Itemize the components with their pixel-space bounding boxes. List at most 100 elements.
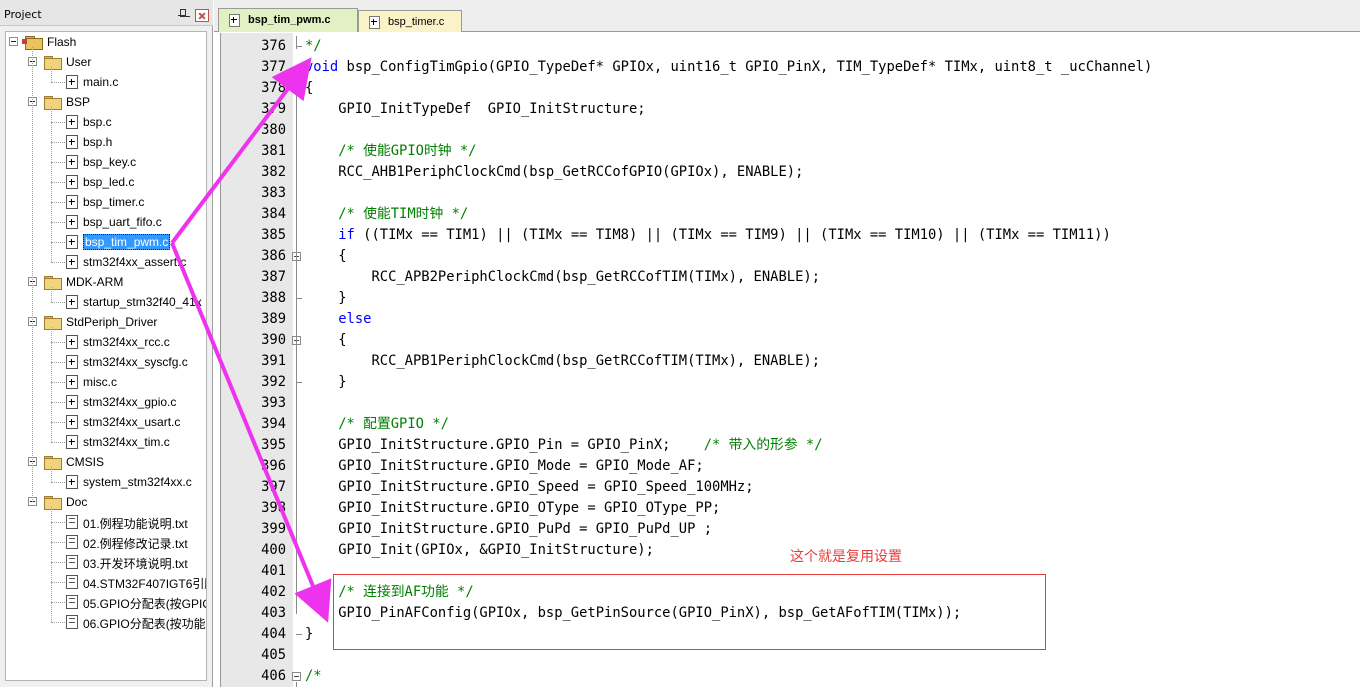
tree-file-item[interactable]: bsp_led.c [6,172,206,192]
tree-file-item[interactable]: 01.例程功能说明.txt [6,512,206,532]
tree-item-label: misc.c [83,375,117,389]
tree-file-item[interactable]: bsp_key.c [6,152,206,172]
code-line[interactable]: 404} [221,624,1360,645]
tree-folder-mdk-arm[interactable]: MDK-ARM [6,272,206,292]
line-number: 390 [261,332,286,348]
tree-file-item[interactable]: stm32f4xx_tim.c [6,432,206,452]
tree-folder-bsp[interactable]: BSP [6,92,206,112]
code-line[interactable]: 403 GPIO_PinAFConfig(GPIOx, bsp_GetPinSo… [221,603,1360,624]
line-number: 388 [261,290,286,306]
line-number: 379 [261,101,286,117]
tab-bsp-timer[interactable]: bsp_timer.c [358,10,462,32]
tree-folder-flash[interactable]: Flash [6,32,206,52]
code-line[interactable]: 379 GPIO_InitTypeDef GPIO_InitStructure; [221,99,1360,120]
code-line[interactable]: 390 { [221,330,1360,351]
tree-connector [51,522,65,523]
code-text: { [305,330,346,351]
tree-file-item[interactable]: bsp_timer.c [6,192,206,212]
tree-file-item[interactable]: bsp.h [6,132,206,152]
tree-file-item[interactable]: bsp_uart_fifo.c [6,212,206,232]
code-line[interactable]: 406 /* [221,666,1360,687]
line-number: 377 [261,59,286,75]
tree-file-item[interactable]: stm32f4xx_rcc.c [6,332,206,352]
tree-item-label: stm32f4xx_syscfg.c [83,355,188,369]
code-line[interactable]: 376 */ [221,36,1360,57]
code-line[interactable]: 377 void bsp_ConfigTimGpio(GPIO_TypeDef* … [221,57,1360,78]
tab-bsp-tim-pwm[interactable]: bsp_tim_pwm.c [218,8,358,32]
tree-item-label: stm32f4xx_rcc.c [83,335,170,349]
tree-connector [51,107,52,262]
code-editor[interactable]: 376 */ 377 void bsp_ConfigTimGpio(GPIO_Type… [220,33,1360,687]
code-line[interactable]: 405 [221,645,1360,666]
c-file-icon [66,235,78,249]
code-token: GPIO_InitStructure.GPIO_OType = GPIO_OTy… [305,500,721,516]
code-line[interactable]: 386 { [221,246,1360,267]
tree-file-item[interactable]: misc.c [6,372,206,392]
code-text: GPIO_InitStructure.GPIO_PuPd = GPIO_PuPd… [305,519,712,540]
code-line[interactable]: 389 else [221,309,1360,330]
tree-file-item[interactable]: 04.STM32F407IGT6引脚 [6,572,206,592]
tree-file-item[interactable]: bsp_tim_pwm.c [6,232,206,252]
tree-connector [51,142,65,143]
code-line[interactable]: 399 GPIO_InitStructure.GPIO_PuPd = GPIO_… [221,519,1360,540]
code-token: bsp_ConfigTimGpio(GPIO_TypeDef* GPIOx, u… [338,59,1153,75]
line-number: 382 [261,164,286,180]
tree-file-item[interactable]: stm32f4xx_gpio.c [6,392,206,412]
code-text: /* 使能GPIO时钟 */ [305,141,476,162]
code-line[interactable]: 385 if ((TIMx == TIM1) || (TIMx == TIM8)… [221,225,1360,246]
code-line[interactable]: 383 [221,183,1360,204]
code-line[interactable]: 402 /* 连接到AF功能 */ [221,582,1360,603]
code-line[interactable]: 391 RCC_APB1PeriphClockCmd(bsp_GetRCCofT… [221,351,1360,372]
pin-icon[interactable] [178,9,186,19]
keyword-token: void [305,59,339,75]
collapse-toggle-icon[interactable] [9,37,18,46]
tree-item-label: 01.例程功能说明.txt [83,517,188,531]
tree-file-item[interactable]: stm32f4xx_syscfg.c [6,352,206,372]
code-line[interactable]: 382 RCC_AHB1PeriphClockCmd(bsp_GetRCCofG… [221,162,1360,183]
tree-file-item[interactable]: 05.GPIO分配表(按GPIO [6,592,206,612]
code-line[interactable]: 395 GPIO_InitStructure.GPIO_Pin = GPIO_P… [221,435,1360,456]
tree-folder-doc[interactable]: Doc [6,492,206,512]
tree-folder-stdperiph-driver[interactable]: StdPeriph_Driver [6,312,206,332]
code-token: RCC_AHB1PeriphClockCmd(bsp_GetRCCofGPIO(… [305,164,804,180]
tree-file-item[interactable]: 02.例程修改记录.txt [6,532,206,552]
tree-folder-user[interactable]: User [6,52,206,72]
tree-file-item[interactable]: stm32f4xx_assert.c [6,252,206,272]
code-line[interactable]: 393 [221,393,1360,414]
tree-file-item[interactable]: main.c [6,72,206,92]
line-number: 393 [261,395,286,411]
code-token: RCC_APB2PeriphClockCmd(bsp_GetRCCofTIM(T… [305,269,820,285]
line-number: 395 [261,437,286,453]
c-file-icon [66,75,78,89]
tree-folder-cmsis[interactable]: CMSIS [6,452,206,472]
tree-item-label: stm32f4xx_usart.c [83,415,181,429]
code-token: ((TIMx == TIM1) || (TIMx == TIM8) || (TI… [354,227,1111,243]
tree-file-item[interactable]: startup_stm32f40_41x [6,292,206,312]
code-line[interactable]: 392 } [221,372,1360,393]
close-icon[interactable] [195,9,209,22]
code-line[interactable]: 387 RCC_APB2PeriphClockCmd(bsp_GetRCCofT… [221,267,1360,288]
tree-file-item[interactable]: bsp.c [6,112,206,132]
code-line[interactable]: 398 GPIO_InitStructure.GPIO_OType = GPIO… [221,498,1360,519]
code-line[interactable]: 394 /* 配置GPIO */ [221,414,1360,435]
tree-file-item[interactable]: 06.GPIO分配表(按功能 [6,612,206,632]
tree-connector [51,302,65,303]
code-line[interactable]: 380 [221,120,1360,141]
fold-toggle-icon[interactable] [292,672,301,681]
tree-file-item[interactable]: stm32f4xx_usart.c [6,412,206,432]
code-line[interactable]: 397 GPIO_InitStructure.GPIO_Speed = GPIO… [221,477,1360,498]
code-line[interactable]: 388 } [221,288,1360,309]
tree-file-item[interactable]: 03.开发环境说明.txt [6,552,206,572]
code-token: GPIO_PinAFConfig(GPIOx, bsp_GetPinSource… [305,605,962,621]
code-line[interactable]: 378 { [221,78,1360,99]
project-tree[interactable]: Flash User main.c BSP bsp.c bsp.h bsp_key.c bsp… [5,31,207,681]
project-panel-header: Project [0,0,213,26]
line-number: 399 [261,521,286,537]
tree-file-item[interactable]: system_stm32f4xx.c [6,472,206,492]
code-line[interactable]: 396 GPIO_InitStructure.GPIO_Mode = GPIO_… [221,456,1360,477]
code-line[interactable]: 384 /* 使能TIM时钟 */ [221,204,1360,225]
fold-toggle-icon[interactable] [292,84,301,93]
code-line[interactable]: 381 /* 使能GPIO时钟 */ [221,141,1360,162]
